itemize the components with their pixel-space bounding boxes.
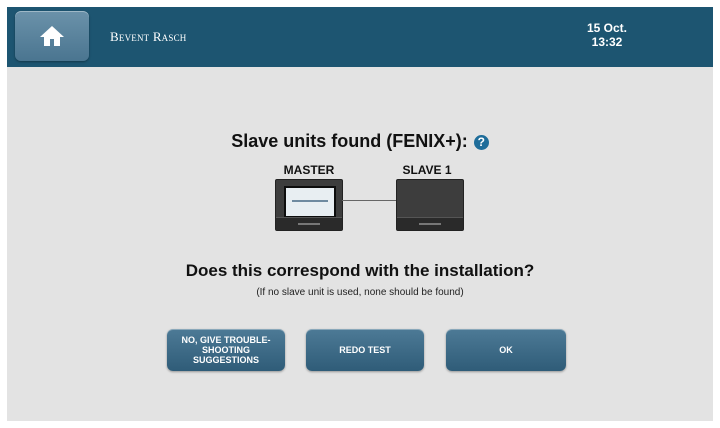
page-title-row: Slave units found (FENIX+):? — [7, 131, 713, 152]
ok-button-label: OK — [499, 345, 513, 355]
question-mark-icon[interactable]: ? — [473, 135, 489, 150]
date-text: 15 Oct. — [586, 21, 628, 35]
master-unit-image — [275, 179, 343, 231]
troubleshooting-button[interactable]: NO, GIVE TROUBLE-SHOOTING SUGGESTIONS — [167, 329, 285, 371]
unit-connector-line — [342, 200, 398, 201]
troubleshooting-button-label: NO, GIVE TROUBLE-SHOOTING SUGGESTIONS — [181, 335, 271, 365]
slave-1-label: SLAVE 1 — [402, 163, 452, 177]
top-bar: Bevent Rasch 15 Oct. 13:32 — [7, 7, 713, 67]
confirmation-note: (If no slave unit is used, none should b… — [256, 287, 464, 298]
page-title: Slave units found (FENIX+): — [231, 131, 468, 151]
time-text: 13:32 — [591, 35, 623, 49]
slave-unit-image — [396, 179, 464, 231]
redo-test-button[interactable]: REDO TEST — [306, 329, 424, 371]
redo-test-button-label: REDO TEST — [339, 345, 391, 355]
ok-button[interactable]: OK — [446, 329, 566, 371]
home-button[interactable] — [15, 11, 89, 61]
master-unit-display — [284, 186, 336, 218]
confirmation-question: Does this correspond with the installati… — [185, 261, 535, 280]
brand-name: Bevent Rasch — [110, 29, 187, 44]
screen: Bevent Rasch 15 Oct. 13:32 Slave units f… — [7, 7, 713, 421]
home-icon — [40, 26, 64, 46]
master-label: MASTER — [283, 163, 335, 177]
date-time: 15 Oct. 13:32 — [562, 21, 652, 49]
brand-logo: Bevent Rasch — [110, 29, 187, 45]
